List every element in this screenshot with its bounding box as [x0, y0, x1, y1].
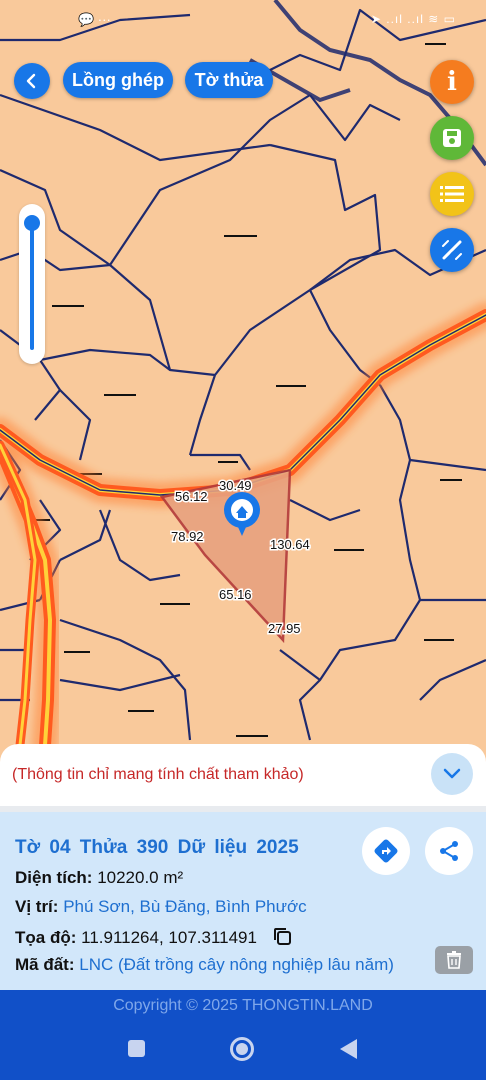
system-status-icons: ➤ ..ıl ..ıl ≋ ▭: [370, 12, 456, 26]
notification-icons: 💬 ···: [78, 12, 111, 27]
share-icon: [440, 841, 458, 861]
land-code-label: Mã đất:: [15, 955, 75, 974]
directions-icon: [374, 839, 398, 863]
home-button[interactable]: [230, 1037, 254, 1061]
zoom-handle[interactable]: [24, 215, 40, 231]
system-back-button[interactable]: [340, 1039, 357, 1059]
chevron-down-icon: [443, 768, 461, 779]
edge-label-bottom: 27.95: [268, 621, 301, 636]
delete-button[interactable]: [435, 946, 473, 974]
area-row: Diện tích: 10220.0 m²: [15, 868, 183, 888]
trash-icon: [447, 951, 461, 969]
collapse-panel-button[interactable]: [431, 753, 473, 795]
land-code-row: Mã đất: LNC (Đất trồng cây nông nghiệp l…: [15, 955, 394, 975]
edge-label-left-top: 56.12: [175, 489, 208, 504]
notice-bar: (Thông tin chỉ mang tính chất tham khảo): [0, 744, 486, 806]
recent-apps-button[interactable]: [128, 1040, 145, 1057]
location-value: Phú Sơn, Bù Đăng, Bình Phước: [63, 897, 307, 916]
location-row: Vị trí: Phú Sơn, Bù Đăng, Bình Phước: [15, 897, 307, 917]
area-value: 10220.0 m²: [97, 868, 184, 887]
location-label: Vị trí:: [15, 897, 59, 916]
edge-label-right: 130.64: [270, 537, 310, 552]
coordinates-row: Tọa độ: 11.911264, 107.311491: [15, 926, 292, 948]
status-bar: 💬 ··· ➤ ..ıl ..ıl ≋ ▭: [0, 0, 486, 40]
coordinates-value: 11.911264, 107.311491: [81, 928, 257, 947]
share-button[interactable]: [425, 827, 473, 875]
info-icon: i: [447, 67, 457, 97]
footer: Copyright © 2025 THONGTIN.LAND: [0, 990, 486, 1080]
edge-label-left: 78.92: [171, 529, 204, 544]
parcel-title: Tờ 04 Thửa 390 Dữ liệu 2025: [15, 837, 299, 858]
save-icon: [443, 129, 461, 147]
back-button[interactable]: [14, 63, 50, 99]
copy-icon[interactable]: [272, 926, 292, 946]
zoom-track: [30, 224, 34, 350]
overlay-toggle-button[interactable]: Lồng ghép: [63, 62, 173, 98]
zoom-slider[interactable]: [19, 204, 45, 364]
disclaimer-text: (Thông tin chỉ mang tính chất tham khảo): [12, 766, 304, 783]
copyright-text: Copyright © 2025 THONGTIN.LAND: [113, 997, 373, 1014]
ruler-pencil-icon: [442, 240, 462, 260]
directions-button[interactable]: [362, 827, 410, 875]
info-button[interactable]: i: [430, 60, 474, 104]
save-button[interactable]: [430, 116, 474, 160]
edge-label-bottom-left: 65.16: [219, 587, 252, 602]
list-icon: [440, 186, 464, 202]
sheet-parcel-button[interactable]: Tờ thửa: [185, 62, 273, 98]
measure-draw-button[interactable]: [430, 228, 474, 272]
chevron-left-icon: [26, 73, 36, 89]
coordinates-label: Tọa độ:: [15, 928, 77, 947]
edge-label-top: 30.49: [219, 478, 252, 493]
land-code-value: LNC (Đất trồng cây nông nghiệp lâu năm): [79, 955, 394, 974]
parcel-info-panel: Tờ 04 Thửa 390 Dữ liệu 2025 Diện tích: 1…: [0, 806, 486, 990]
area-label: Diện tích:: [15, 868, 93, 887]
layers-list-button[interactable]: [430, 172, 474, 216]
